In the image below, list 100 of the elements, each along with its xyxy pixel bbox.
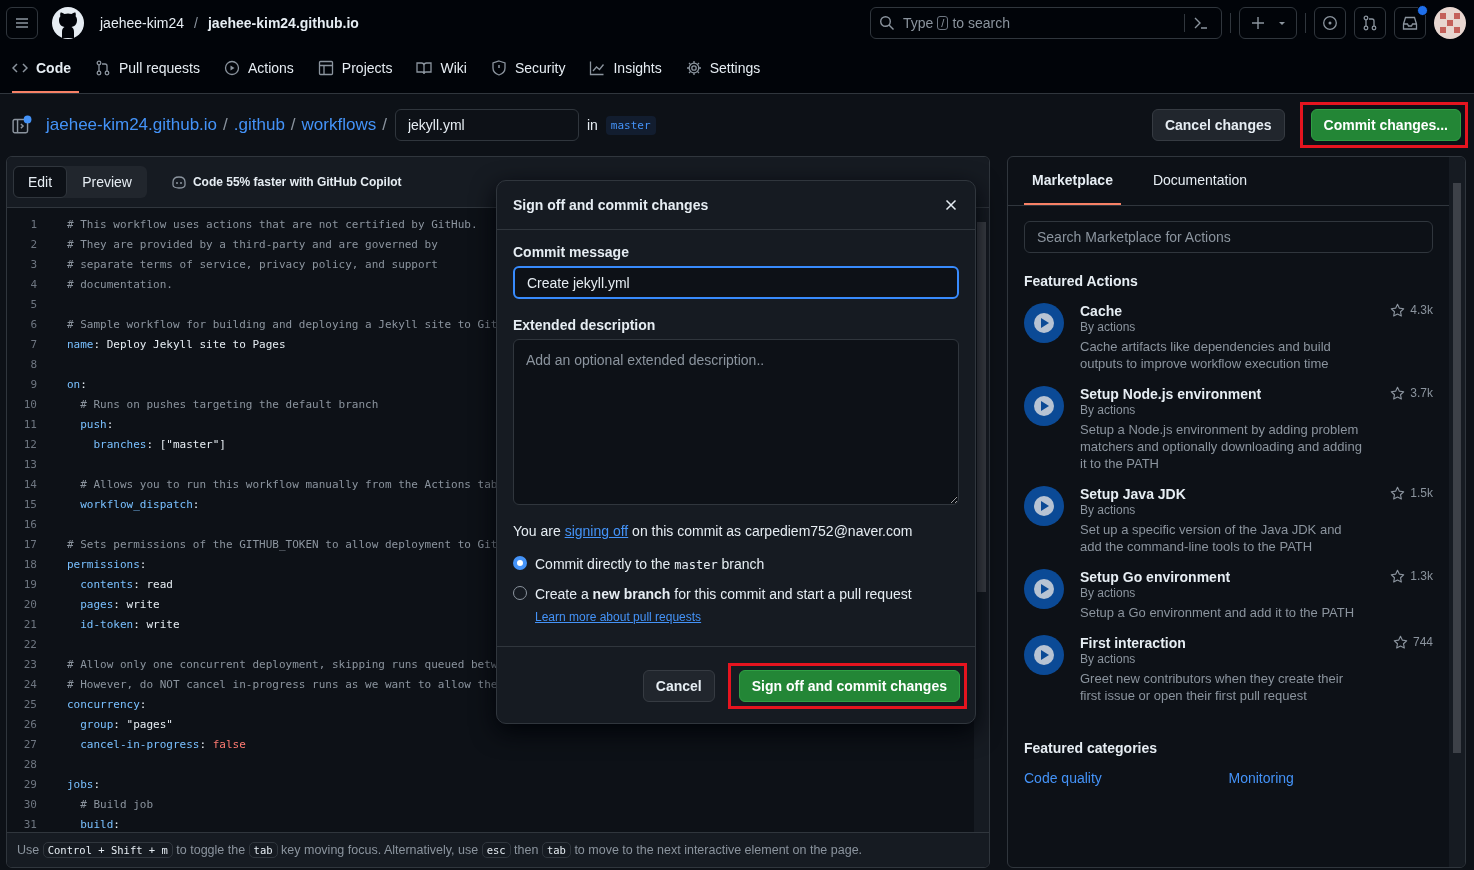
code-line: # Build job bbox=[79, 797, 154, 811]
line-number: 13 bbox=[22, 457, 37, 471]
line-number: 27 bbox=[22, 737, 37, 751]
copilot-icon bbox=[170, 174, 187, 190]
menu-button[interactable] bbox=[6, 7, 38, 39]
option-label[interactable]: Create a new branch for this commit and start a pull request Learn more about pull requests bbox=[535, 583, 959, 628]
cat-logo-icon[interactable] bbox=[52, 7, 84, 39]
filename-field[interactable]: jekyll.yml bbox=[394, 109, 579, 141]
menu-icon bbox=[14, 15, 30, 31]
line-number: 19 bbox=[22, 577, 37, 591]
repo-tab[interactable]: Settings bbox=[685, 46, 769, 93]
issues-button[interactable] bbox=[1314, 7, 1346, 39]
repo-tab[interactable]: Code bbox=[12, 46, 79, 93]
cancel-changes-button[interactable]: Cancel changes bbox=[1151, 109, 1285, 141]
learn-more-link[interactable]: Learn more about pull requests bbox=[535, 610, 702, 624]
search-icon bbox=[879, 15, 895, 31]
play-circle-icon bbox=[1024, 569, 1064, 609]
line-number: 14 bbox=[22, 477, 37, 491]
description-field[interactable]: Add an optional extended description.. bbox=[513, 339, 959, 505]
code-line: build: bbox=[79, 817, 120, 831]
breadcrumb-link[interactable]: .github bbox=[233, 115, 285, 135]
breadcrumb-link[interactable]: jaehee-kim24.github.io bbox=[46, 115, 218, 135]
commit-message-field[interactable]: Create jekyll.yml bbox=[513, 266, 959, 299]
category-link[interactable]: Code quality bbox=[1024, 770, 1229, 786]
settings-icon bbox=[685, 59, 702, 76]
line-number: 28 bbox=[22, 757, 37, 771]
star-count: 4.3k bbox=[1410, 303, 1433, 317]
play-circle-icon bbox=[1024, 635, 1064, 675]
cancel-button[interactable]: Cancel bbox=[642, 670, 715, 702]
repo-link[interactable]: jaehee-kim24.github.io bbox=[207, 15, 359, 31]
code-line: pages: write bbox=[79, 597, 160, 611]
branch-label[interactable]: master bbox=[605, 115, 656, 135]
code-line: # Sample workflow for building and deploying a Jekyll site to Git bbox=[67, 317, 498, 331]
path-separator: / bbox=[194, 15, 198, 31]
file-tree-icon[interactable] bbox=[12, 115, 32, 135]
signing-off-link[interactable]: signing off bbox=[564, 523, 629, 539]
line-number: 9 bbox=[29, 377, 37, 391]
repo-tab[interactable]: Wiki bbox=[416, 46, 475, 93]
editor-mode-tab[interactable]: Edit bbox=[13, 166, 68, 198]
code-line: concurrency: bbox=[67, 697, 147, 711]
avatar-icon[interactable] bbox=[1434, 7, 1466, 39]
line-number: 4 bbox=[29, 277, 37, 291]
code-line: branches: ["master"] bbox=[92, 437, 226, 451]
pull-requests-button[interactable] bbox=[1354, 7, 1386, 39]
commit-changes-button[interactable]: Commit changes... bbox=[1310, 109, 1461, 141]
action-description: Setup a Node.js environment by adding problem matchers and optionally downloading and adding it to the PATH bbox=[1080, 421, 1363, 472]
line-number: 1 bbox=[29, 217, 37, 231]
close-icon[interactable] bbox=[943, 197, 959, 213]
option-label[interactable]: Commit directly to the master branch bbox=[535, 553, 765, 575]
sign-off-commit-button[interactable]: Sign off and commit changes bbox=[738, 670, 960, 702]
search-field[interactable]: Type / to search bbox=[870, 7, 1222, 39]
issue-icon bbox=[1322, 15, 1338, 31]
repo-tab[interactable]: Actions bbox=[223, 46, 302, 93]
keyboard-hint-text: Use Control + Shift + m to toggle the tab key moving focus. Alternatively, use esc then tab to move to the next interactive element on the page. bbox=[17, 843, 863, 857]
create-new-button[interactable] bbox=[1239, 7, 1297, 39]
radio-button[interactable] bbox=[513, 556, 527, 570]
repo-tab[interactable]: Projects bbox=[317, 46, 401, 93]
line-number: 23 bbox=[22, 657, 37, 671]
line-number: 7 bbox=[29, 337, 37, 351]
line-number: 25 bbox=[22, 697, 37, 711]
section-heading: Featured categories bbox=[1024, 740, 1159, 756]
action-description: Cache artifacts like dependencies and build outputs to improve workflow execution time bbox=[1080, 338, 1332, 372]
action-title[interactable]: Setup Go environment bbox=[1080, 569, 1391, 585]
shield-icon bbox=[490, 59, 507, 76]
action-title[interactable]: Setup Java JDK bbox=[1080, 486, 1391, 502]
line-number: 29 bbox=[22, 777, 37, 791]
action-title[interactable]: First interaction bbox=[1080, 635, 1393, 651]
line-number: 26 bbox=[22, 717, 37, 731]
caret-icon bbox=[1278, 19, 1286, 27]
code-line: # Sets permissions of the GITHUB_TOKEN to allow deployment to Git bbox=[67, 537, 498, 551]
code-line: contents: read bbox=[79, 577, 173, 591]
scrollbar[interactable] bbox=[1449, 157, 1465, 867]
sidebar-tab[interactable]: Marketplace bbox=[1024, 157, 1121, 205]
path-separator: / bbox=[223, 115, 228, 135]
star-count: 3.7k bbox=[1410, 386, 1433, 400]
owner-link[interactable]: jaehee-kim24 bbox=[100, 15, 185, 31]
action-title[interactable]: Setup Node.js environment bbox=[1080, 386, 1391, 402]
marketplace-search-field[interactable]: Search Marketplace for Actions bbox=[1024, 221, 1433, 253]
editor-mode-tab[interactable]: Preview bbox=[67, 166, 147, 198]
breadcrumb-link[interactable]: workflows bbox=[301, 115, 377, 135]
action-title[interactable]: Cache bbox=[1080, 303, 1391, 319]
line-number: 30 bbox=[22, 797, 37, 811]
code-line: permissions: bbox=[67, 557, 147, 571]
sidebar-tab[interactable]: Documentation bbox=[1144, 157, 1256, 205]
action-author: By actions bbox=[1080, 652, 1137, 666]
line-number: 15 bbox=[22, 497, 37, 511]
star-icon bbox=[1390, 486, 1406, 501]
star-count: 1.5k bbox=[1410, 486, 1433, 500]
copilot-promo-text[interactable]: Code 55% faster with GitHub Copilot bbox=[192, 175, 402, 189]
field-label: Extended description bbox=[513, 317, 657, 333]
line-number: 6 bbox=[29, 317, 37, 331]
repo-tab[interactable]: Pull requests bbox=[95, 46, 208, 93]
code-line: name: Deploy Jekyll site to Pages bbox=[67, 337, 286, 351]
line-number: 8 bbox=[29, 357, 37, 371]
command-palette-icon[interactable] bbox=[1193, 15, 1209, 31]
repo-tab[interactable]: Insights bbox=[589, 46, 670, 93]
inbox-button[interactable] bbox=[1394, 7, 1426, 39]
category-link[interactable]: Monitoring bbox=[1228, 770, 1433, 786]
repo-tab[interactable]: Security bbox=[490, 46, 574, 93]
play-circle-icon bbox=[223, 59, 240, 76]
